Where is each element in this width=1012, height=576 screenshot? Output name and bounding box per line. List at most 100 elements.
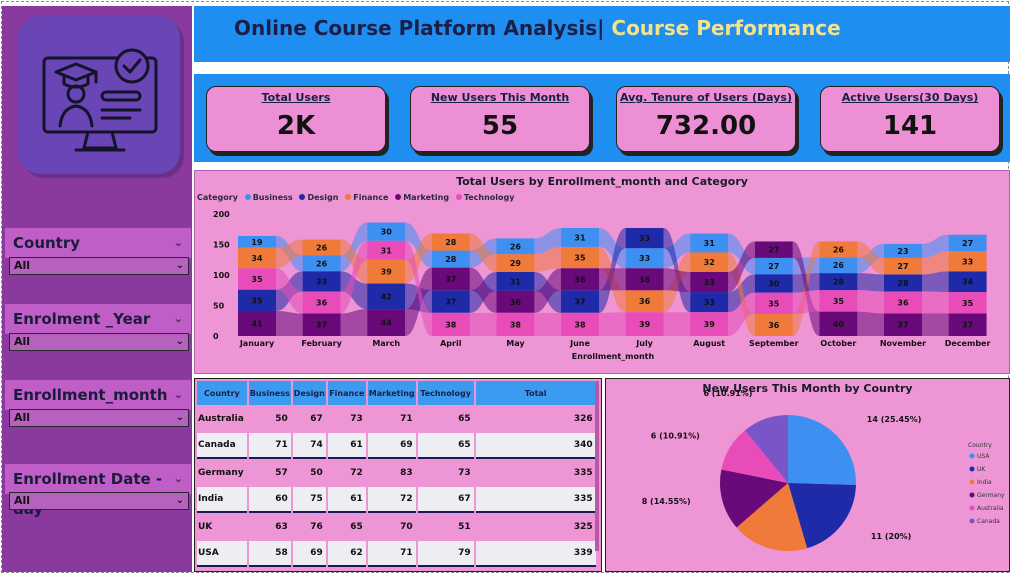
ribbon-band	[276, 310, 303, 336]
ribbon-band	[857, 290, 884, 314]
row-header-cell: Germany	[197, 461, 247, 485]
ribbon-band	[534, 312, 561, 336]
data-label: 36	[639, 297, 651, 306]
legend-title: Country	[968, 442, 992, 449]
ribbon-band	[663, 312, 691, 336]
table-cell: 71	[367, 407, 416, 431]
column-header[interactable]: Technology	[417, 381, 474, 405]
chevron-down-icon[interactable]: ⌄	[174, 228, 183, 258]
legend-dot	[969, 479, 975, 485]
data-label: 35	[251, 275, 263, 284]
legend-item[interactable]: Australia	[977, 505, 1004, 512]
data-label: 40	[833, 320, 845, 329]
column-header[interactable]: Design	[292, 381, 326, 405]
pie-slice[interactable]	[788, 415, 856, 485]
slice-label: 14 (25.45%)	[867, 415, 922, 424]
x-tick-label: March	[372, 339, 400, 348]
filter-country-label: Country ⌄	[5, 228, 191, 258]
filter-year-select[interactable]: All ⌄	[9, 333, 189, 351]
ribbon-band	[857, 273, 884, 292]
table-cell: 65	[417, 407, 474, 431]
data-label: 33	[704, 298, 715, 307]
chevron-down-icon: ⌄	[175, 495, 184, 506]
kpi-label: Active Users(30 Days)	[841, 91, 979, 104]
table-cell: 83	[367, 461, 416, 485]
x-tick-label: October	[820, 339, 856, 348]
data-label: 30	[768, 280, 780, 289]
table-cell: 63	[248, 515, 291, 539]
x-tick-label: June	[569, 339, 590, 348]
row-header-cell: India	[197, 487, 247, 513]
kpi-value: 141	[882, 111, 938, 141]
slice-label: 11 (20%)	[871, 532, 911, 541]
table-scrollbar[interactable]	[595, 381, 599, 551]
column-header[interactable]: Total	[475, 381, 596, 405]
table-row[interactable]: Australia 50 67 73 71 65 326	[197, 407, 596, 431]
filter-country-select[interactable]: All ⌄	[9, 257, 189, 275]
column-header[interactable]: Country	[197, 381, 247, 405]
column-header[interactable]: Finance	[327, 381, 366, 405]
data-label: 19	[251, 238, 263, 247]
ribbon-band	[922, 271, 949, 293]
data-label: 38	[445, 320, 457, 329]
legend-dot	[969, 518, 975, 524]
data-label: 36	[897, 298, 909, 307]
x-tick-label: February	[301, 339, 342, 348]
chevron-down-icon[interactable]: ⌄	[174, 304, 183, 334]
table-cell: 71	[248, 433, 291, 459]
column-header[interactable]: Business	[248, 381, 291, 405]
data-label: 23	[897, 247, 908, 256]
legend-item[interactable]: USA	[977, 453, 990, 460]
data-label: 27	[768, 262, 779, 271]
data-label: 41	[251, 319, 263, 328]
legend-item[interactable]: India	[977, 479, 992, 486]
table-cell: 71	[367, 541, 416, 567]
table-row[interactable]: USA 58 69 62 71 79 339	[197, 541, 596, 567]
data-label: 28	[897, 279, 909, 288]
x-tick-label: November	[880, 339, 926, 348]
legend-dot	[969, 466, 975, 472]
table-cell: 62	[327, 541, 366, 567]
legend-item[interactable]: UK	[977, 466, 986, 473]
data-label: 37	[897, 321, 908, 330]
table-row[interactable]: Canada 71 74 61 69 65 340	[197, 433, 596, 459]
table-cell: 326	[475, 407, 596, 431]
legend-dot	[969, 492, 975, 498]
data-label: 34	[251, 254, 263, 263]
data-label: 39	[381, 268, 393, 277]
kpi-label: Avg. Tenure of Users (Days)	[620, 91, 792, 104]
legend-item[interactable]: Germany	[977, 492, 1005, 499]
table-cell: 67	[292, 407, 326, 431]
legend-item[interactable]: Canada	[977, 518, 1000, 525]
table-cell: 69	[292, 541, 326, 567]
kpi-value: 732.00	[655, 111, 757, 141]
table-cell: 65	[327, 515, 366, 539]
data-label: 33	[704, 278, 715, 287]
header-bar: Online Course Platform Analysis| Course …	[194, 6, 1010, 62]
table-row[interactable]: Germany 57 50 72 83 73 335	[197, 461, 596, 485]
filter-day-select[interactable]: All ⌄	[9, 492, 189, 510]
column-header[interactable]: Marketing	[367, 381, 416, 405]
table-cell: 339	[475, 541, 596, 567]
x-tick-label: August	[693, 339, 725, 348]
chevron-down-icon[interactable]: ⌄	[174, 464, 183, 494]
filter-month-select[interactable]: All ⌄	[9, 409, 189, 427]
ribbon-band	[599, 268, 626, 291]
table-cell: 325	[475, 515, 596, 539]
kpi-new-users: New Users This Month 55	[410, 86, 590, 152]
table-row[interactable]: India 60 75 61 72 67 335	[197, 487, 596, 513]
data-label: 26	[316, 244, 328, 253]
ribbon-band	[792, 290, 820, 315]
data-label: 36	[768, 321, 780, 330]
x-tick-label: January	[239, 339, 275, 348]
table-row[interactable]: UK 63 76 65 70 51 325	[197, 515, 596, 539]
table-cell: 72	[367, 487, 416, 513]
chevron-down-icon[interactable]: ⌄	[174, 380, 183, 410]
data-label: 30	[381, 228, 393, 237]
data-label: 31	[381, 246, 393, 255]
data-label: 34	[962, 278, 974, 287]
table-cell: 57	[248, 461, 291, 485]
table-cell: 60	[248, 487, 291, 513]
data-label: 39	[639, 320, 651, 329]
data-label: 32	[704, 258, 715, 267]
